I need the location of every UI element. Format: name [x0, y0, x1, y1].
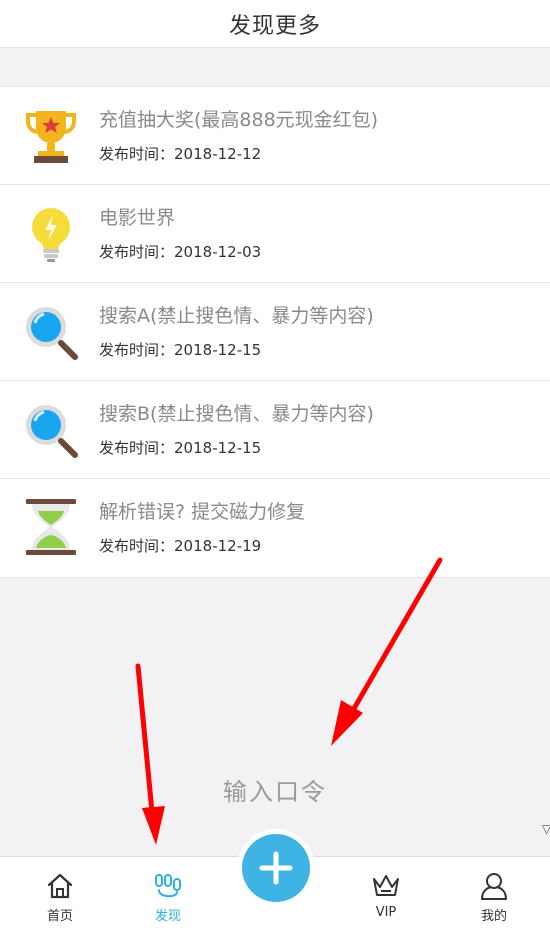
add-button[interactable] [237, 829, 315, 907]
item-date: 发布时间：2018-12-15 [99, 437, 261, 458]
tab-vip[interactable]: VIP [331, 857, 441, 930]
date-value: 2018-12-03 [174, 243, 262, 261]
date-value: 2018-12-19 [174, 537, 262, 555]
magnifier-icon [22, 399, 80, 459]
page-title: 发现更多 [228, 13, 321, 39]
magnifier-icon [22, 301, 80, 361]
tab-home[interactable]: 首页 [5, 857, 115, 930]
item-title: 电影世界 [99, 207, 176, 229]
tab-mine[interactable]: 我的 [439, 857, 549, 930]
date-label: 发布时间： [99, 341, 175, 359]
discover-list: 充值抽大奖(最高888元现金红包) 发布时间：2018-12-12 电影世界 发… [0, 86, 550, 578]
add-button-circle [242, 834, 310, 902]
home-icon [45, 871, 75, 901]
item-date: 发布时间：2018-12-19 [99, 535, 261, 556]
date-value: 2018-12-15 [174, 439, 262, 457]
date-value: 2018-12-12 [174, 145, 262, 163]
edge-indicator-icon: ▽ [542, 822, 550, 836]
list-item[interactable]: 搜索B(禁止搜色情、暴力等内容) 发布时间：2018-12-15 [0, 381, 550, 479]
top-header: 发现更多 [0, 0, 550, 48]
list-item[interactable]: 电影世界 发布时间：2018-12-03 [0, 185, 550, 283]
item-title: 充值抽大奖(最高888元现金红包) [99, 109, 379, 131]
item-date: 发布时间：2018-12-12 [99, 143, 261, 164]
hourglass-icon [22, 497, 80, 557]
item-title: 搜索A(禁止搜色情、暴力等内容) [99, 305, 374, 327]
date-label: 发布时间： [99, 439, 175, 457]
user-icon [479, 871, 509, 901]
list-item[interactable]: 搜索A(禁止搜色情、暴力等内容) 发布时间：2018-12-15 [0, 283, 550, 381]
item-title: 搜索B(禁止搜色情、暴力等内容) [99, 403, 374, 425]
date-label: 发布时间： [99, 145, 175, 163]
annotation-arrow-discover [135, 663, 165, 845]
tab-discover[interactable]: 发现 [113, 857, 223, 930]
tab-label: VIP [375, 905, 397, 920]
discover-icon [153, 871, 183, 901]
trophy-icon [22, 105, 80, 165]
item-date: 发布时间：2018-12-15 [99, 339, 261, 360]
item-title: 解析错误? 提交磁力修复 [99, 501, 306, 523]
lightbulb-icon [22, 203, 80, 263]
list-item[interactable]: 充值抽大奖(最高888元现金红包) 发布时间：2018-12-12 [0, 87, 550, 185]
item-date: 发布时间：2018-12-03 [99, 241, 261, 262]
plus-icon [259, 851, 293, 885]
tab-label: 首页 [46, 909, 73, 924]
passcode-input[interactable]: 输入口令 [0, 772, 550, 807]
date-label: 发布时间： [99, 243, 175, 261]
date-value: 2018-12-15 [174, 341, 262, 359]
crown-icon [371, 871, 401, 901]
date-label: 发布时间： [99, 537, 175, 555]
tab-label: 我的 [480, 909, 507, 924]
annotation-arrow-passcode [331, 557, 443, 746]
tab-label: 发现 [154, 909, 181, 924]
list-item[interactable]: 解析错误? 提交磁力修复 发布时间：2018-12-19 [0, 479, 550, 577]
